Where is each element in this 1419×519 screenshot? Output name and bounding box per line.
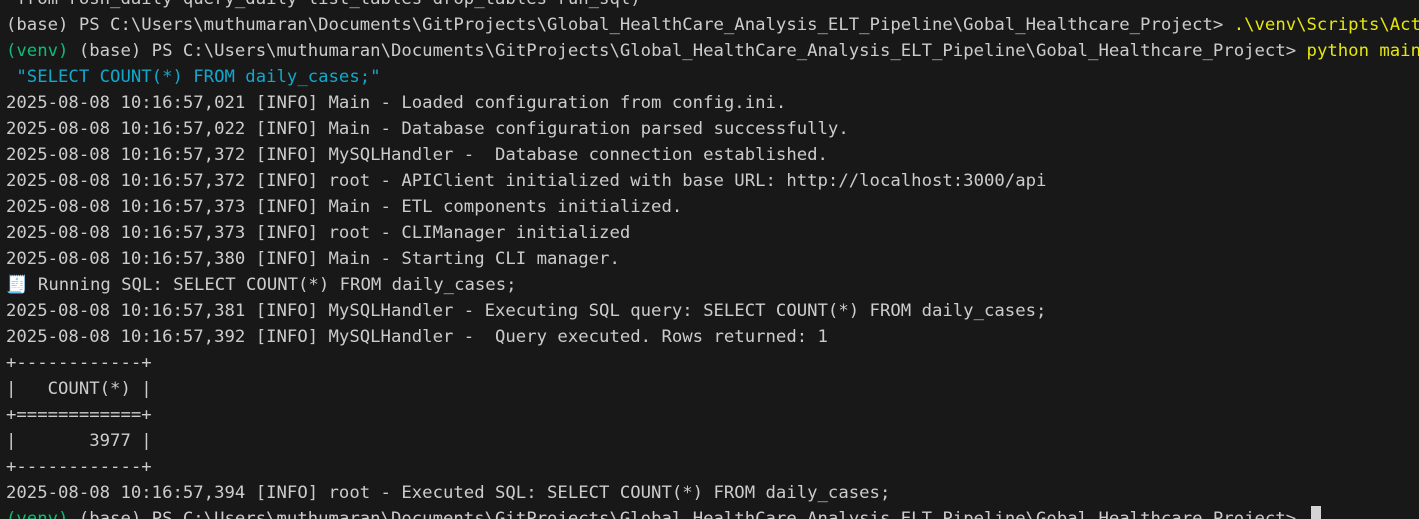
terminal-text-segment: (base) PS C:\Users\muthumaran\Documents\… bbox=[78, 509, 1307, 519]
terminal-line: from rosh_daily query_daily list_tables … bbox=[0, 0, 1419, 12]
terminal-line: 2025-08-08 10:16:57,373 [INFO] Main - ET… bbox=[0, 194, 1419, 220]
terminal-text-segment: 2025-08-08 10:16:57,021 [INFO] Main - Lo… bbox=[6, 93, 787, 113]
terminal-line: 2025-08-08 10:16:57,373 [INFO] root - CL… bbox=[0, 220, 1419, 246]
terminal-line: +------------+ bbox=[0, 350, 1419, 376]
terminal-line: (base) PS C:\Users\muthumaran\Documents\… bbox=[0, 12, 1419, 38]
terminal-text-segment: 2025-08-08 10:16:57,373 [INFO] root - CL… bbox=[6, 223, 631, 243]
terminal-line: 2025-08-08 10:16:57,392 [INFO] MySQLHand… bbox=[0, 324, 1419, 350]
terminal-text-segment: "SELECT COUNT(*) FROM daily_cases;" bbox=[6, 67, 381, 87]
terminal-text-segment: .\venv\Scripts\Activate.ps1 bbox=[1233, 15, 1419, 35]
terminal-text-segment: 2025-08-08 10:16:57,372 [INFO] root - AP… bbox=[6, 171, 1047, 191]
terminal-text-segment: (base) PS C:\Users\muthumaran\Documents\… bbox=[78, 41, 1307, 61]
terminal-text-segment: 2025-08-08 10:16:57,373 [INFO] Main - ET… bbox=[6, 197, 683, 217]
terminal-text-segment: 2025-08-08 10:16:57,392 [INFO] MySQLHand… bbox=[6, 327, 828, 347]
terminal-text-segment: 2025-08-08 10:16:57,022 [INFO] Main - Da… bbox=[6, 119, 849, 139]
terminal-line: 2025-08-08 10:16:57,380 [INFO] Main - St… bbox=[0, 246, 1419, 272]
terminal-text-segment: | COUNT(*) | bbox=[6, 379, 152, 399]
terminal-text-segment: +------------+ bbox=[6, 353, 152, 373]
terminal-text-segment: | 3977 | bbox=[6, 431, 152, 451]
terminal-text-segment: 2025-08-08 10:16:57,380 [INFO] Main - St… bbox=[6, 249, 620, 269]
terminal-line: +------------+ bbox=[0, 454, 1419, 480]
terminal-line: 2025-08-08 10:16:57,381 [INFO] MySQLHand… bbox=[0, 298, 1419, 324]
terminal-window[interactable]: from rosh_daily query_daily list_tables … bbox=[0, 0, 1419, 519]
terminal-text-segment: 2025-08-08 10:16:57,381 [INFO] MySQLHand… bbox=[6, 301, 1047, 321]
terminal-line: (venv) (base) PS C:\Users\muthumaran\Doc… bbox=[0, 38, 1419, 64]
terminal-line: "SELECT COUNT(*) FROM daily_cases;" bbox=[0, 64, 1419, 90]
text-cursor bbox=[1310, 506, 1321, 519]
terminal-line: (venv) (base) PS C:\Users\muthumaran\Doc… bbox=[0, 506, 1419, 519]
terminal-line: 2025-08-08 10:16:57,394 [INFO] root - Ex… bbox=[0, 480, 1419, 506]
terminal-text-segment: python main.py run_sql --query bbox=[1306, 41, 1419, 61]
terminal-text-segment: from rosh_daily query_daily list_tables … bbox=[6, 0, 640, 9]
terminal-line: | COUNT(*) | bbox=[0, 376, 1419, 402]
terminal-line: 2025-08-08 10:16:57,022 [INFO] Main - Da… bbox=[0, 116, 1419, 142]
terminal-line: | 3977 | bbox=[0, 428, 1419, 454]
terminal-line: 🧾 Running SQL: SELECT COUNT(*) FROM dail… bbox=[0, 272, 1419, 298]
terminal-text-segment: (base) PS C:\Users\muthumaran\Documents\… bbox=[6, 15, 1234, 35]
terminal-text-segment: (venv) bbox=[6, 509, 79, 519]
terminal-text-segment: 🧾 Running SQL: SELECT COUNT(*) FROM dail… bbox=[6, 275, 517, 295]
terminal-text-segment: 2025-08-08 10:16:57,394 [INFO] root - Ex… bbox=[6, 483, 891, 503]
terminal-text-segment: +------------+ bbox=[6, 457, 152, 477]
terminal-line: 2025-08-08 10:16:57,372 [INFO] root - AP… bbox=[0, 168, 1419, 194]
terminal-text-segment: 2025-08-08 10:16:57,372 [INFO] MySQLHand… bbox=[6, 145, 828, 165]
terminal-text-segment: (venv) bbox=[6, 41, 79, 61]
terminal-text-segment: +============+ bbox=[6, 405, 152, 425]
terminal-line: 2025-08-08 10:16:57,372 [INFO] MySQLHand… bbox=[0, 142, 1419, 168]
terminal-line: 2025-08-08 10:16:57,021 [INFO] Main - Lo… bbox=[0, 90, 1419, 116]
terminal-line: +============+ bbox=[0, 402, 1419, 428]
